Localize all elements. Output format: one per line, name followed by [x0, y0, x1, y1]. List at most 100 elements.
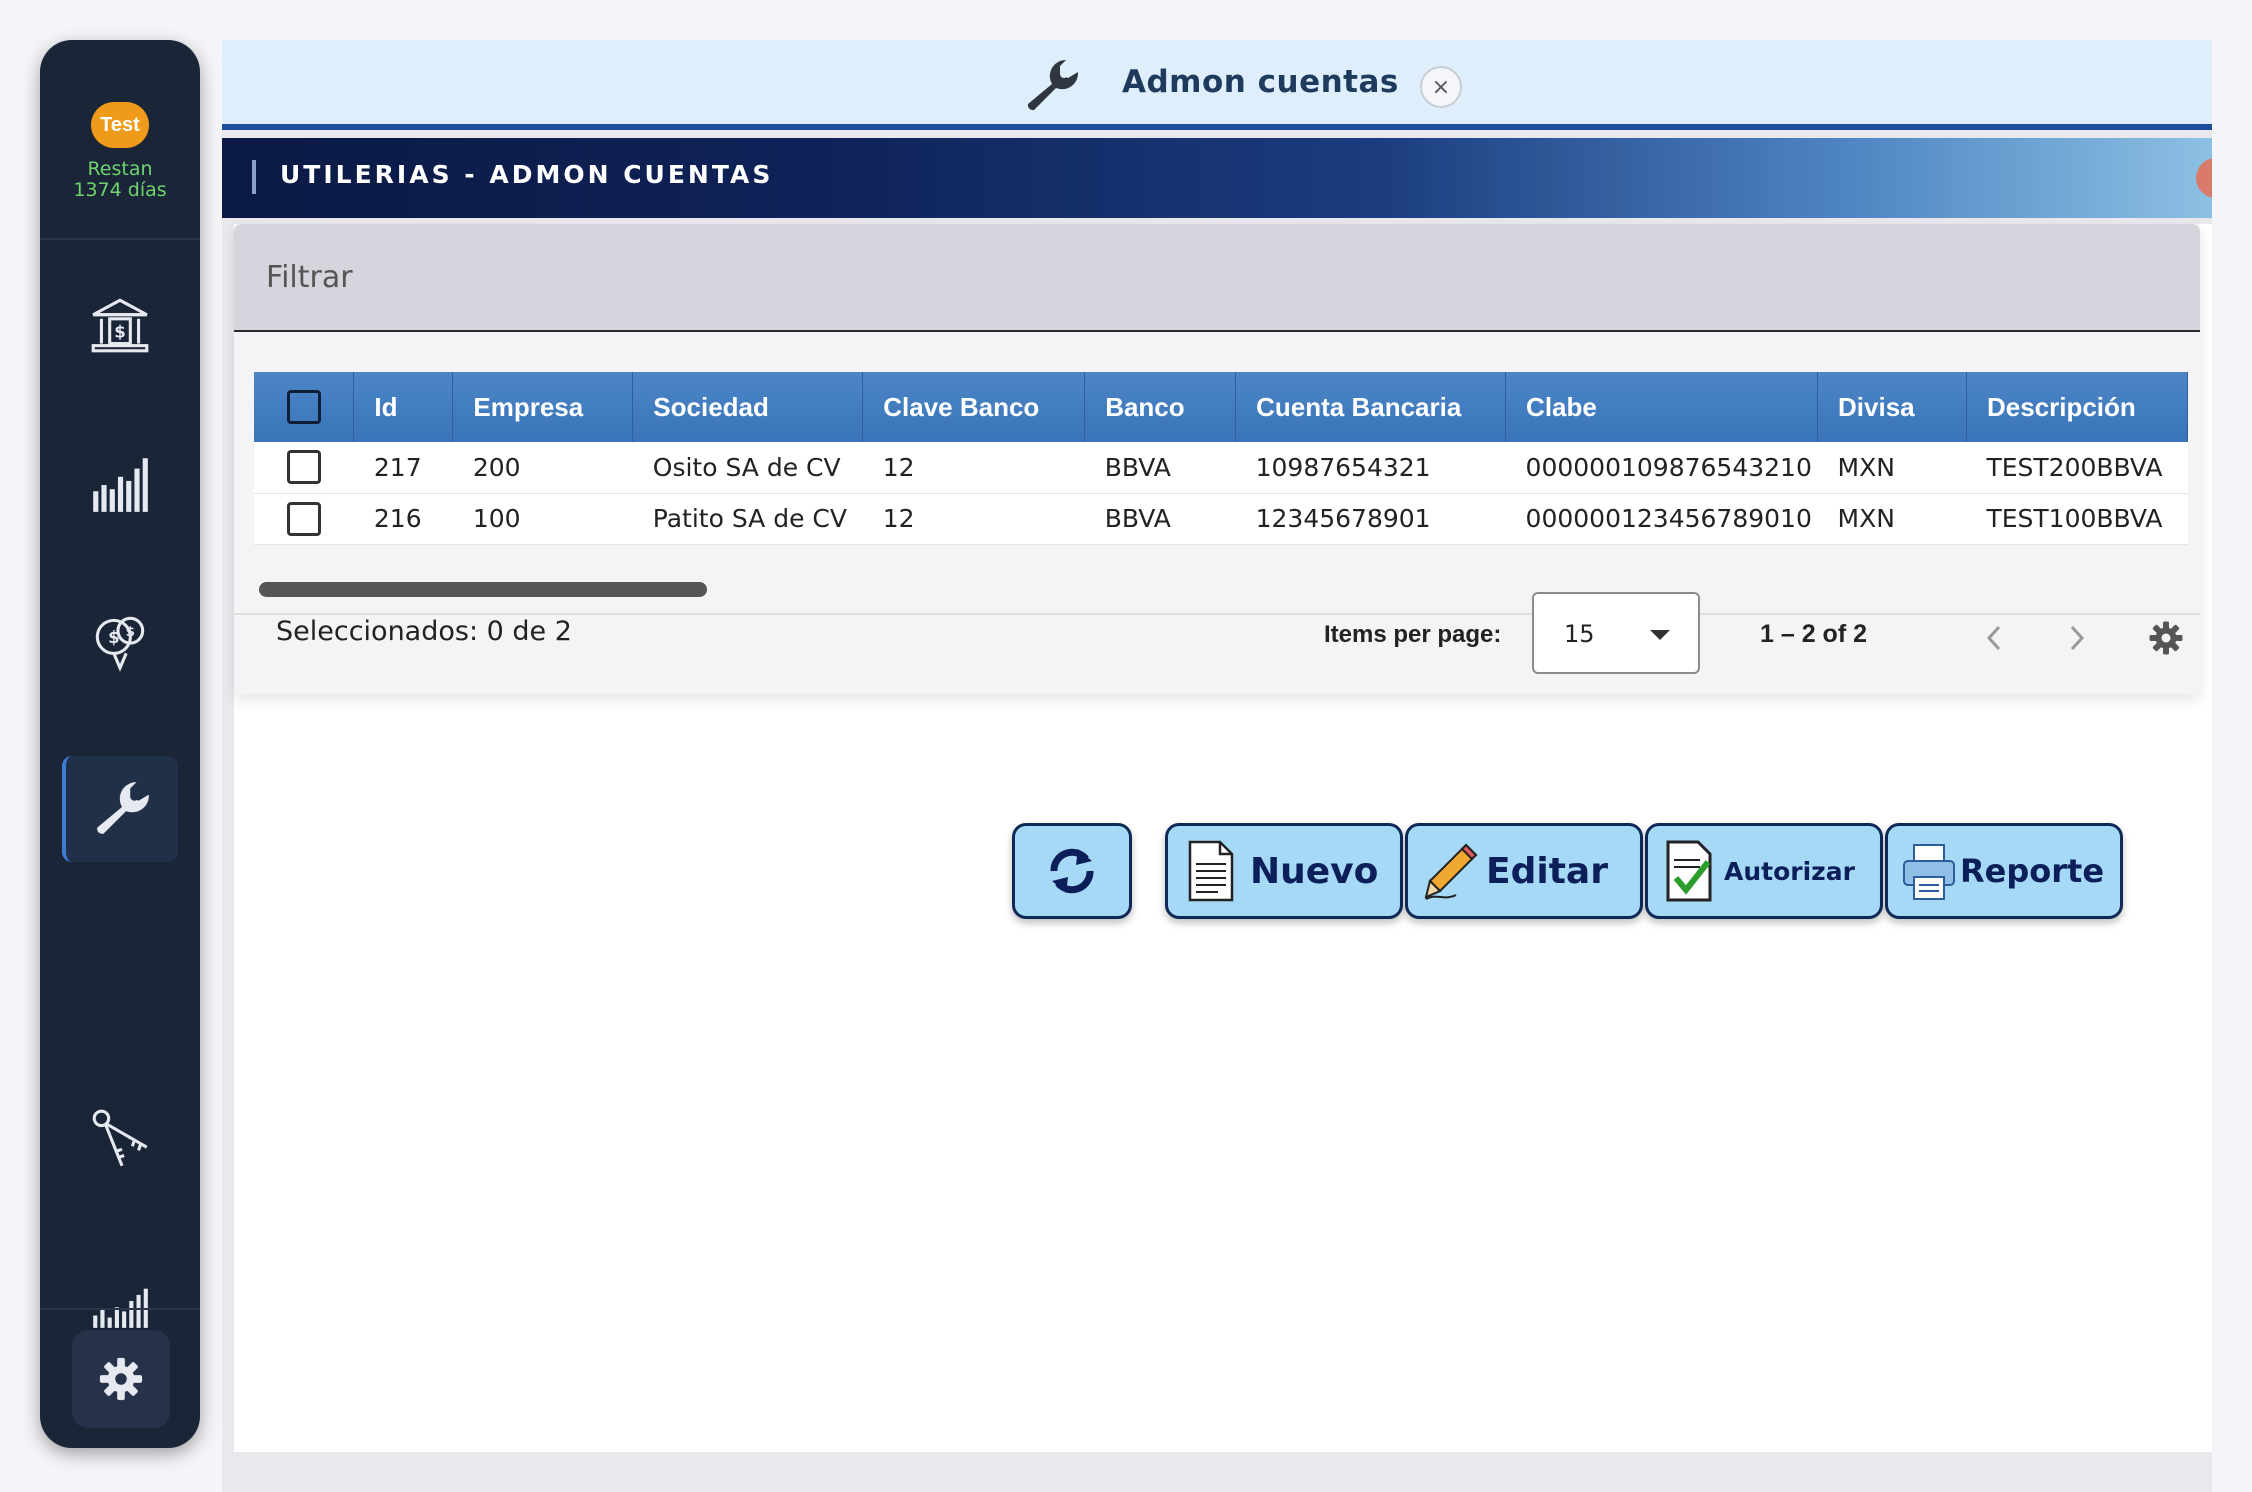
sidebar-item-bank[interactable]: $	[62, 272, 178, 378]
cell-clave-banco: 12	[862, 442, 1085, 494]
cell-descripcion: TEST200BBVA	[1966, 442, 2188, 494]
svg-text:$: $	[126, 625, 135, 640]
printer-icon	[1903, 844, 1955, 900]
cell-banco: BBVA	[1084, 493, 1236, 545]
settings-button[interactable]	[72, 1330, 170, 1428]
wrench-icon	[97, 782, 149, 834]
table-row[interactable]: 216 100 Patito SA de CV 12 BBVA 12345678…	[254, 493, 2188, 545]
tab-strip: Admon cuentas ×	[222, 40, 2212, 130]
tab-underline	[222, 124, 2212, 130]
column-header[interactable]: Empresa	[452, 372, 634, 442]
column-header[interactable]: Descripción	[1966, 372, 2188, 442]
approve-document-icon	[1666, 840, 1712, 902]
previous-page-button[interactable]	[1973, 616, 2017, 660]
sidebar: Test Restan 1374 días $ $ $	[40, 40, 200, 1448]
remaining-days: 1374 días	[73, 179, 167, 201]
items-per-page-label: Items per page:	[1324, 621, 1502, 648]
table-header-row: Id Empresa Sociedad Clave Banco Banco Cu…	[254, 372, 2188, 442]
column-header[interactable]: Divisa	[1817, 372, 1967, 442]
column-header[interactable]: Clave Banco	[862, 372, 1086, 442]
environment-badge: Test	[91, 102, 149, 148]
cell-cuenta: 12345678901	[1235, 493, 1506, 545]
editar-button[interactable]: Editar	[1405, 823, 1643, 919]
cell-empresa: 200	[452, 442, 633, 494]
column-header[interactable]: Banco	[1084, 372, 1237, 442]
pencil-icon	[1424, 843, 1478, 900]
cell-banco: BBVA	[1084, 442, 1236, 494]
accounts-card: Filtrar Id Empresa Sociedad Clave Banco …	[234, 224, 2200, 694]
cell-descripcion: TEST100BBVA	[1966, 493, 2188, 545]
nuevo-button[interactable]: Nuevo	[1165, 823, 1403, 919]
row-select-cell	[254, 493, 354, 545]
autorizar-button[interactable]: Autorizar	[1645, 823, 1883, 919]
sidebar-item-utilities[interactable]	[62, 756, 178, 862]
column-header[interactable]: Sociedad	[632, 372, 864, 442]
cell-clabe: 000000109876543210	[1505, 442, 1818, 494]
table-row[interactable]: 217 200 Osito SA de CV 12 BBVA 109876543…	[254, 442, 2188, 494]
section-banner: UTILERIAS - ADMON CUENTAS	[222, 138, 2212, 218]
column-header[interactable]: Clabe	[1505, 372, 1819, 442]
cell-empresa: 100	[452, 493, 633, 545]
column-header[interactable]: Id	[353, 372, 454, 442]
main-area: Admon cuentas × UTILERIAS - ADMON CUENTA…	[222, 40, 2212, 1492]
column-header[interactable]: Cuenta Bancaria	[1235, 372, 1507, 442]
chevron-right-icon	[2070, 625, 2085, 651]
filter-field[interactable]: Filtrar	[234, 224, 2200, 332]
wrench-icon	[1027, 59, 1079, 111]
row-checkbox[interactable]	[286, 450, 321, 485]
accounts-table-wrapper: Id Empresa Sociedad Clave Banco Banco Cu…	[254, 372, 2188, 572]
sidebar-item-reports[interactable]	[62, 430, 178, 536]
select-all-checkbox[interactable]	[286, 390, 321, 425]
close-tab-button[interactable]: ×	[1420, 66, 1462, 108]
items-per-page-select[interactable]: 15	[1532, 592, 1700, 674]
banner-accent	[252, 160, 256, 194]
horizontal-scrollbar[interactable]	[259, 582, 707, 597]
next-page-button[interactable]	[2054, 616, 2098, 660]
editar-label: Editar	[1486, 850, 1608, 892]
svg-text:$: $	[114, 322, 125, 341]
banner-indicator	[2196, 158, 2212, 198]
paginator-divider	[234, 613, 2200, 615]
cell-id: 217	[353, 442, 453, 494]
money-map-icon: $ $	[95, 616, 145, 672]
accounts-table: Id Empresa Sociedad Clave Banco Banco Cu…	[254, 372, 2188, 545]
bar-chart-icon	[93, 458, 148, 512]
cell-sociedad: Osito SA de CV	[632, 442, 863, 494]
gear-icon	[99, 1357, 143, 1401]
sidebar-item-access[interactable]	[62, 1086, 178, 1192]
license-panel: Test Restan 1374 días	[40, 40, 200, 240]
gear-icon	[2149, 621, 2183, 655]
cell-sociedad: Patito SA de CV	[632, 493, 863, 545]
cell-id: 216	[353, 493, 453, 545]
autorizar-label: Autorizar	[1724, 856, 1855, 886]
sidebar-footer	[40, 1308, 200, 1448]
cell-divisa: MXN	[1817, 442, 1967, 494]
selection-count: Seleccionados: 0 de 2	[276, 616, 572, 647]
content-panel: Filtrar Id Empresa Sociedad Clave Banco …	[234, 224, 2212, 1452]
tab-admon-cuentas[interactable]: Admon cuentas	[1122, 64, 1399, 100]
nuevo-label: Nuevo	[1250, 850, 1379, 892]
page-title: UTILERIAS - ADMON CUENTAS	[280, 160, 774, 189]
chevron-left-icon	[1986, 625, 2001, 651]
keys-icon	[92, 1109, 148, 1167]
table-settings-button[interactable]	[2144, 616, 2188, 660]
svg-text:$: $	[108, 628, 119, 647]
cell-clabe: 000000123456789010	[1505, 493, 1818, 545]
remaining-label: Restan	[87, 158, 153, 180]
bank-icon: $	[91, 298, 149, 353]
sidebar-item-currency[interactable]: $ $	[62, 588, 178, 694]
filter-label: Filtrar	[266, 260, 353, 295]
select-all-cell	[254, 372, 355, 442]
row-select-cell	[254, 442, 354, 494]
cell-clave-banco: 12	[862, 493, 1085, 545]
row-checkbox[interactable]	[286, 501, 321, 536]
reporte-label: Reporte	[1960, 852, 2105, 890]
refresh-icon	[1050, 848, 1094, 894]
new-document-icon	[1188, 840, 1234, 902]
close-icon: ×	[1431, 74, 1451, 100]
refresh-button[interactable]	[1012, 823, 1132, 919]
dropdown-arrow-icon	[1650, 630, 1670, 640]
reporte-button[interactable]: Reporte	[1885, 823, 2123, 919]
cell-divisa: MXN	[1817, 493, 1967, 545]
page-range-label: 1 – 2 of 2	[1760, 620, 1867, 648]
